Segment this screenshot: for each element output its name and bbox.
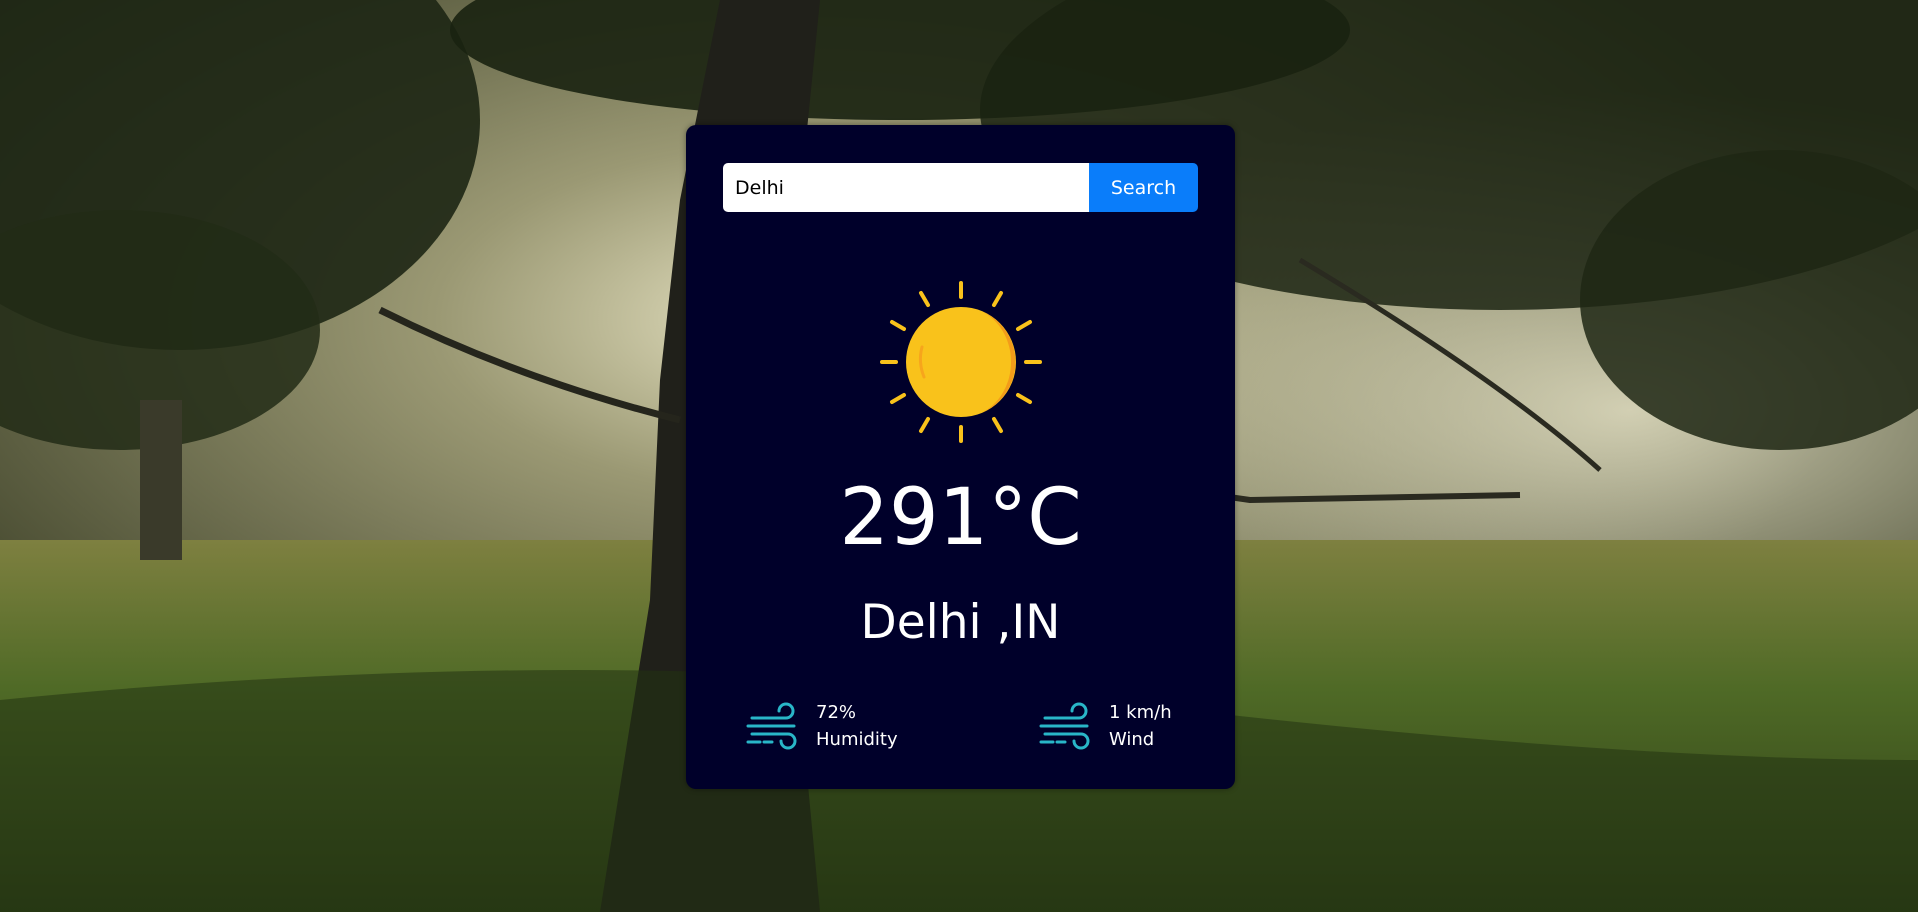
location-name: Delhi ,IN [860, 595, 1061, 650]
wind-stat: 1 km/h Wind [1039, 698, 1172, 754]
wind-icon [1039, 702, 1090, 750]
humidity-label: Humidity [816, 729, 898, 750]
wind-icon [746, 702, 797, 750]
wind-label: Wind [1109, 729, 1155, 750]
sun-icon [880, 281, 1042, 443]
wind-value: 1 km/h [1109, 702, 1172, 723]
search-button[interactable]: Search [1089, 163, 1198, 212]
humidity-stat: 72% Humidity [746, 698, 898, 754]
city-search-input[interactable] [723, 163, 1089, 212]
weather-card: Search 291°C Delhi ,IN [686, 125, 1235, 789]
search-bar: Search [723, 163, 1198, 212]
humidity-value: 72% [816, 702, 857, 723]
temperature-value: 291°C [839, 473, 1082, 563]
